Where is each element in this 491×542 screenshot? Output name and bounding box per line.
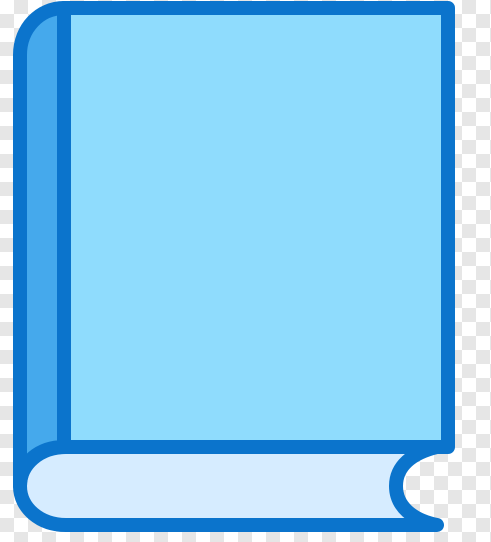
book-icon xyxy=(13,1,455,532)
book-pages xyxy=(13,440,444,532)
book-cover xyxy=(57,1,455,454)
transparent-canvas xyxy=(0,0,491,542)
